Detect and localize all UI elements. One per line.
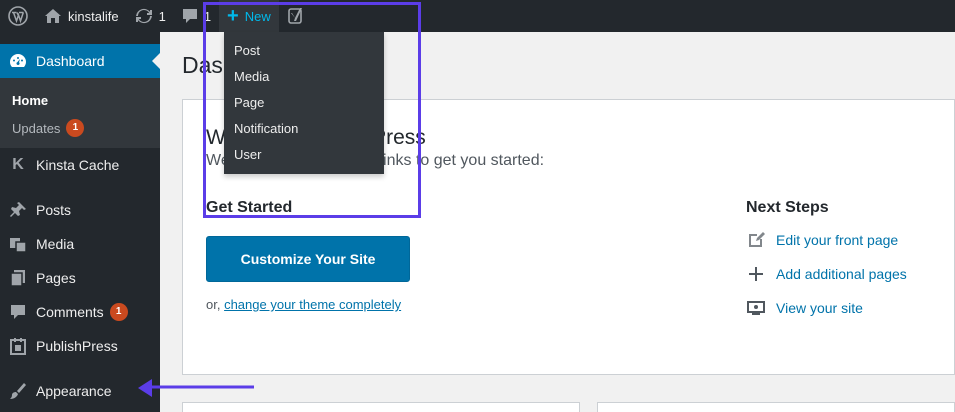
dashboard-submenu: Home Updates 1: [0, 78, 160, 148]
comments-button[interactable]: 1: [174, 0, 219, 32]
step-add-pages[interactable]: Add additional pages: [746, 264, 907, 284]
dashboard-widget-right: [597, 402, 955, 412]
plus-icon: [746, 264, 766, 284]
wordpress-logo-icon: [8, 6, 28, 26]
sidebar-item-posts[interactable]: Posts: [0, 193, 160, 227]
dashboard-widget-left: [182, 402, 580, 412]
new-content-button[interactable]: + New: [219, 0, 279, 32]
brush-icon: [8, 381, 28, 401]
pin-icon: [8, 200, 28, 220]
calendar-icon: [8, 336, 28, 356]
screen-icon: [746, 298, 766, 318]
updates-count: 1: [158, 8, 166, 24]
updates-count-badge: 1: [66, 119, 85, 137]
new-page-item[interactable]: Page: [224, 90, 384, 116]
media-icon: [8, 234, 28, 254]
sidebar-item-label: Media: [36, 236, 75, 252]
sidebar-item-label: Dashboard: [36, 53, 105, 69]
sidebar-item-kinsta-cache[interactable]: K Kinsta Cache: [0, 148, 160, 182]
new-user-item[interactable]: User: [224, 142, 384, 168]
get-started-heading: Get Started: [206, 199, 293, 216]
refresh-icon: [135, 7, 153, 25]
step-label: View your site: [776, 300, 863, 316]
site-name: kinstalife: [68, 8, 119, 24]
sidebar-item-media[interactable]: Media: [0, 227, 160, 261]
new-label: New: [244, 8, 271, 24]
customize-site-button[interactable]: Customize Your Site: [206, 236, 410, 282]
comments-count: 1: [203, 8, 212, 24]
sidebar-item-publishpress[interactable]: PublishPress: [0, 329, 160, 363]
step-label: Edit your front page: [776, 232, 899, 248]
sidebar-item-label: Posts: [36, 202, 72, 218]
submenu-label: Updates: [12, 120, 61, 136]
submenu-updates[interactable]: Updates 1: [0, 114, 160, 142]
updates-button[interactable]: 1: [127, 0, 174, 32]
comment-bubble-icon: [182, 8, 198, 24]
sidebar-item-label: Comments: [36, 304, 104, 320]
or-prefix: or,: [206, 297, 225, 312]
step-edit-front-page[interactable]: Edit your front page: [746, 230, 898, 250]
step-label: Add additional pages: [776, 266, 907, 282]
sidebar-item-label: Pages: [36, 270, 76, 286]
next-steps-heading: Next Steps: [746, 199, 829, 216]
comments-count-badge: 1: [109, 303, 128, 321]
pages-icon: [8, 268, 28, 288]
new-notification-item[interactable]: Notification: [224, 116, 384, 142]
admin-sidebar: Dashboard Home Updates 1 K Kinsta Cache …: [0, 32, 160, 412]
sidebar-item-label: PublishPress: [36, 338, 118, 354]
home-icon: [44, 8, 62, 24]
sidebar-item-label: Kinsta Cache: [36, 157, 120, 173]
step-view-site[interactable]: View your site: [746, 298, 863, 318]
annotation-arrow: [136, 376, 258, 403]
sidebar-item-dashboard[interactable]: Dashboard: [0, 44, 160, 78]
yoast-seo-button[interactable]: [279, 0, 313, 32]
new-content-dropdown: Post Media Page Notification User: [224, 32, 384, 174]
wordpress-logo-button[interactable]: [0, 0, 36, 32]
sidebar-item-comments[interactable]: Comments 1: [0, 295, 160, 329]
kinsta-k-icon: K: [12, 156, 24, 173]
comment-icon: [8, 302, 28, 322]
new-post-item[interactable]: Post: [224, 38, 384, 64]
site-name-link[interactable]: kinstalife: [36, 0, 127, 32]
dashboard-gauge-icon: [8, 51, 28, 71]
change-theme-link[interactable]: change your theme completely: [224, 297, 401, 312]
sidebar-item-label: Appearance: [36, 383, 112, 399]
new-media-item[interactable]: Media: [224, 64, 384, 90]
submenu-home[interactable]: Home: [0, 86, 160, 114]
change-theme-text: or, change your theme completely: [206, 297, 401, 312]
edit-icon: [746, 230, 766, 250]
yoast-icon: [287, 7, 305, 25]
plus-icon: +: [227, 5, 239, 27]
sidebar-item-pages[interactable]: Pages: [0, 261, 160, 295]
admin-bar: kinstalife 1 1 + New: [0, 0, 955, 32]
